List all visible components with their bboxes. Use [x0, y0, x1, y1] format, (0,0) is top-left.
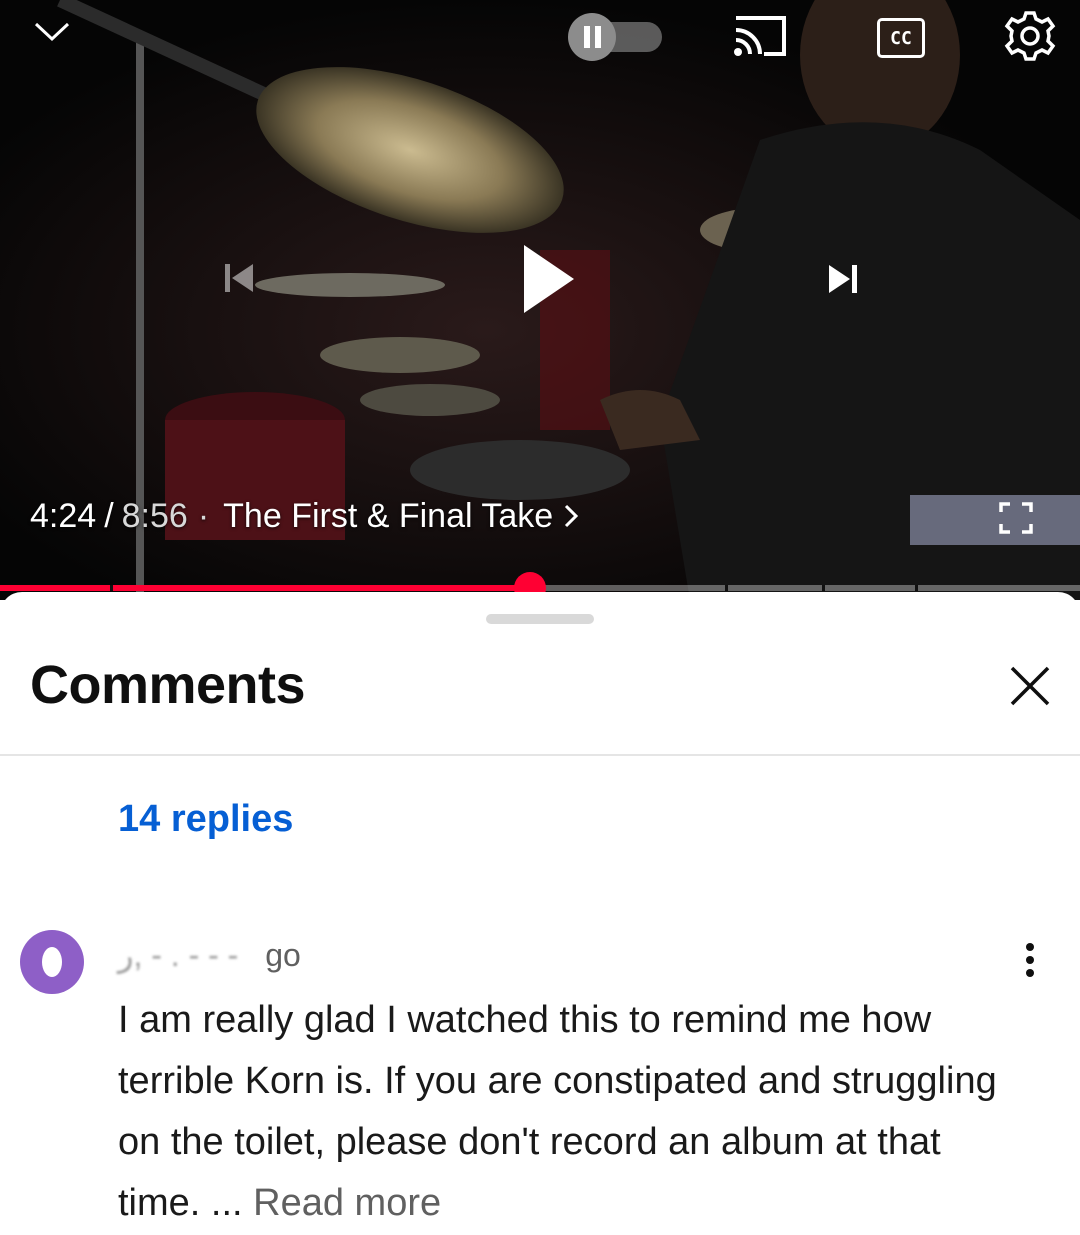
- fullscreen-icon: [998, 501, 1034, 540]
- chapter-marker: [725, 585, 728, 591]
- read-more-link[interactable]: Read more: [253, 1182, 441, 1224]
- progress-fill: [0, 585, 531, 591]
- chapter-separator: ·: [197, 496, 210, 535]
- cc-label: CC: [890, 27, 912, 49]
- chapter-marker: [110, 585, 113, 591]
- play-button[interactable]: [504, 236, 588, 326]
- next-button[interactable]: [820, 258, 866, 304]
- comment-body: I am really glad I watched this to remin…: [118, 999, 997, 1224]
- avatar[interactable]: [20, 930, 84, 994]
- previous-button[interactable]: [214, 256, 264, 304]
- fullscreen-button[interactable]: [994, 500, 1038, 540]
- more-vertical-icon: [1025, 942, 1035, 983]
- chapter-title: The First & Final Take: [223, 496, 554, 535]
- comment-meta: ر, - . - - - go: [118, 936, 301, 974]
- settings-button[interactable]: [1002, 10, 1058, 66]
- collapse-button[interactable]: [28, 14, 76, 54]
- time-and-chapter: 4:24 / 8:56 · The First & Final Take: [30, 492, 579, 540]
- chevron-right-icon: [563, 503, 579, 529]
- comment-menu-button[interactable]: [1008, 938, 1052, 986]
- cast-icon: [730, 12, 790, 65]
- avatar-initial: [42, 947, 62, 977]
- drag-handle[interactable]: [486, 614, 594, 624]
- chapter-marker: [822, 585, 825, 591]
- comment-author[interactable]: ر, - . - - -: [118, 937, 238, 973]
- comment-text: I am really glad I watched this to remin…: [118, 990, 1018, 1234]
- current-time: 4:24: [30, 496, 97, 535]
- close-comments-button[interactable]: [1002, 660, 1058, 716]
- close-icon: [1008, 664, 1052, 713]
- cc-icon: CC: [877, 18, 925, 58]
- captions-button[interactable]: CC: [874, 14, 928, 62]
- divider: [0, 754, 1080, 756]
- duration: 8:56: [121, 496, 188, 535]
- chapter-marker: [915, 585, 918, 591]
- skip-next-icon: [823, 259, 863, 304]
- replies-link[interactable]: 14 replies: [118, 798, 293, 841]
- autoplay-toggle-icon: [562, 12, 666, 67]
- video-player[interactable]: CC 4:24 / 8:56 · The First & Final Take: [0, 0, 1080, 600]
- gear-icon: [1003, 9, 1057, 68]
- cast-button[interactable]: [728, 12, 792, 64]
- play-icon: [514, 241, 578, 322]
- time-separator: /: [104, 496, 114, 535]
- comment-time: go: [265, 937, 301, 973]
- autoplay-toggle[interactable]: [562, 12, 666, 67]
- chevron-down-icon: [32, 20, 72, 49]
- comments-title: Comments: [30, 655, 306, 715]
- chapter-button[interactable]: The First & Final Take: [223, 497, 579, 536]
- comments-panel: Comments 14 replies ر, - . - - - go I am…: [0, 592, 1080, 1235]
- progress-bar[interactable]: [0, 572, 1080, 600]
- skip-previous-icon: [219, 258, 259, 303]
